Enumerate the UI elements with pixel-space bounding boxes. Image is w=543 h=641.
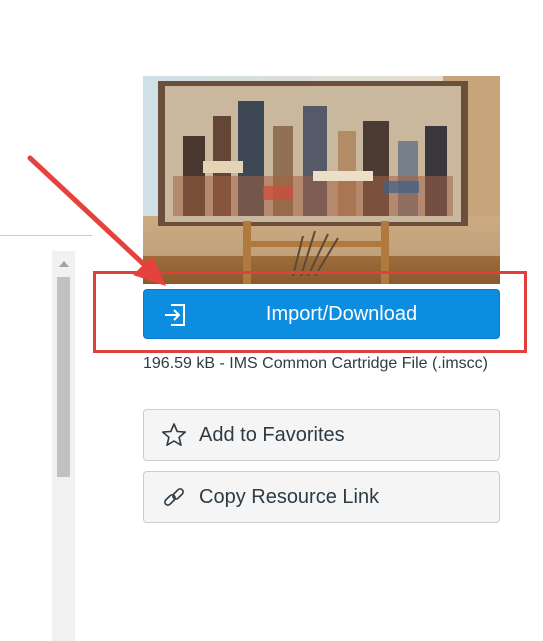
add-to-favorites-button[interactable]: Add to Favorites xyxy=(143,409,500,461)
star-icon xyxy=(161,422,187,448)
import-download-button[interactable]: Import/Download xyxy=(143,289,500,339)
divider xyxy=(0,235,92,236)
resource-thumbnail xyxy=(143,76,500,284)
scrollbar-thumb[interactable] xyxy=(57,277,70,477)
copy-resource-link-button[interactable]: Copy Resource Link xyxy=(143,471,500,523)
link-icon xyxy=(161,484,187,510)
import-icon xyxy=(162,302,188,328)
add-to-favorites-label: Add to Favorites xyxy=(199,423,345,446)
import-download-label: Import/Download xyxy=(265,302,418,325)
file-info: 196.59 kB - IMS Common Cartridge File (.… xyxy=(143,355,488,372)
copy-resource-link-label: Copy Resource Link xyxy=(199,485,380,508)
chevron-up-icon[interactable] xyxy=(52,257,75,269)
scrollbar[interactable] xyxy=(52,251,75,641)
